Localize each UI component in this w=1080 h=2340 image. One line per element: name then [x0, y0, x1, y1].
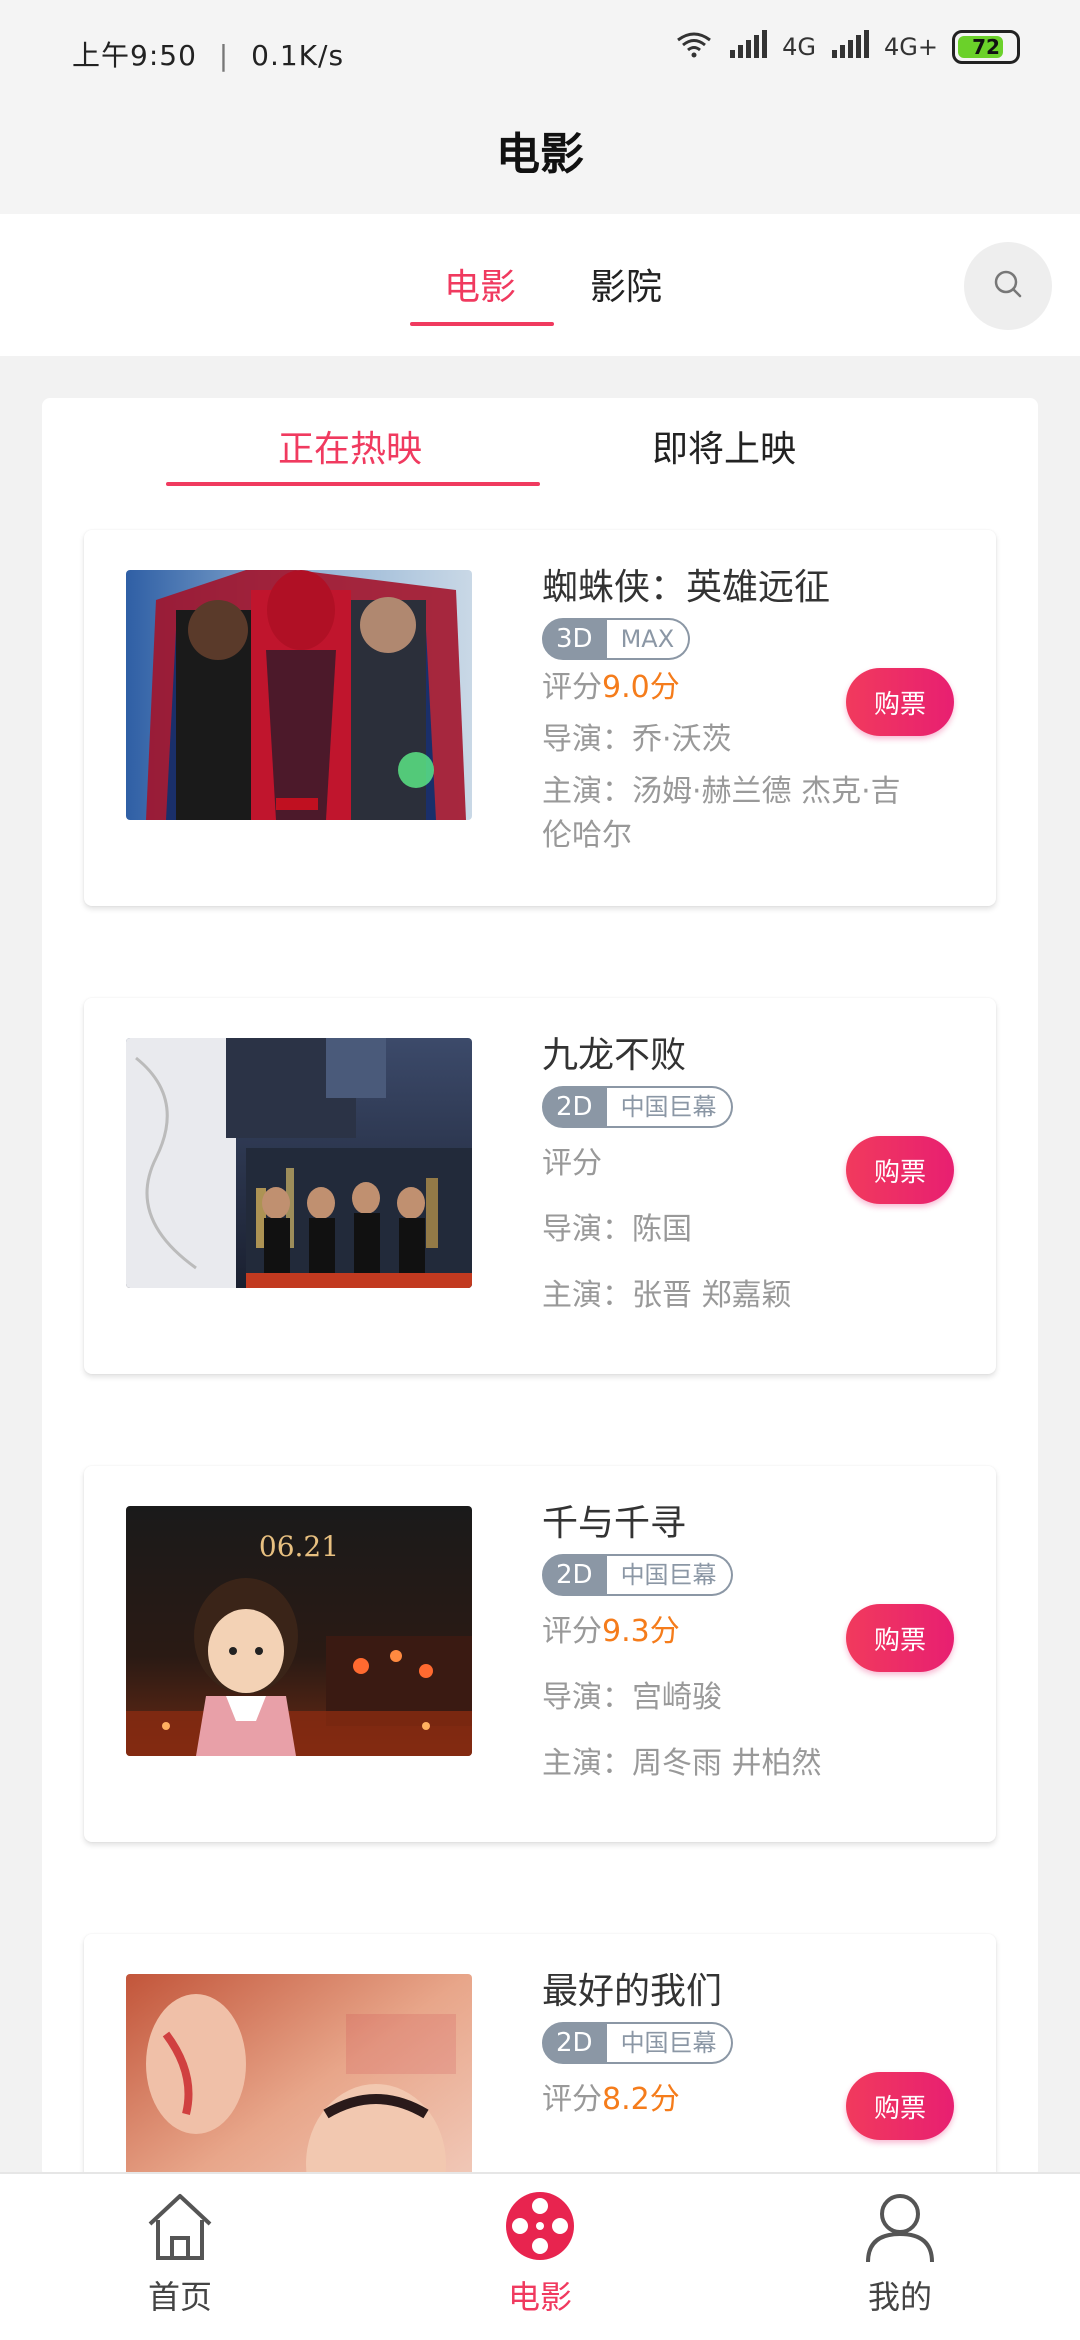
movie-cast: 主演：周冬雨 井柏然	[542, 1746, 822, 1781]
movie-title: 蜘蛛侠：英雄远征	[542, 567, 831, 608]
poster-date: 06.21	[259, 1530, 339, 1563]
tab-cinemas[interactable]: 影院	[590, 258, 662, 310]
movie-poster[interactable]: 06.21	[126, 1506, 472, 1756]
movie-cast: 主演：汤姆·赫兰德 杰克·吉伦哈尔	[542, 774, 901, 853]
buy-ticket-button[interactable]: 购票	[846, 1604, 954, 1672]
status-divider: |	[218, 39, 230, 72]
movie-title: 千与千寻	[542, 1503, 687, 1544]
user-icon	[862, 2194, 938, 2268]
signal-hd-icon	[830, 30, 870, 64]
movie-card[interactable]: 06.21 千与千寻 2D 中国巨幕 评分9.3分 导演：宫崎骏 主演：周冬雨 …	[84, 1466, 996, 1842]
app-title-bar: 电影	[0, 110, 1080, 214]
tab-active-indicator	[410, 322, 554, 326]
top-tabs: 电影 影院	[0, 214, 1080, 356]
tab-coming-soon[interactable]: 即将上映	[652, 420, 796, 472]
movie-card[interactable]: 蜘蛛侠：英雄远征 3D MAX 评分9.0分 导演：乔·沃茨 主演：汤姆·赫兰德…	[84, 530, 996, 906]
nav-movies[interactable]: 电影	[440, 2188, 640, 2318]
nav-movies-label: 电影	[507, 2278, 572, 2316]
movie-director: 导演：乔·沃茨	[542, 722, 732, 757]
nav-profile-label: 我的	[867, 2278, 932, 2316]
status-clock: 上午9:50	[72, 39, 197, 72]
score-label: 评分	[542, 1614, 602, 1649]
home-icon	[142, 2194, 218, 2268]
score-label: 评分	[542, 2082, 602, 2117]
status-icons: 4G 4G+ 72	[674, 30, 1020, 64]
movie-title: 最好的我们	[542, 1971, 723, 2012]
score-label: 评分	[542, 670, 602, 705]
score-label: 评分	[542, 1146, 602, 1181]
format-tag: 中国巨幕	[606, 1086, 733, 1128]
nav-home-label: 首页	[147, 2278, 212, 2316]
dimension-tag: 2D	[542, 1554, 607, 1596]
network-type-2: 4G+	[884, 33, 938, 61]
movie-tags: 2D 中国巨幕	[542, 2022, 902, 2064]
movie-tags: 3D MAX	[542, 618, 902, 660]
bottom-nav: 首页 电影 我的	[0, 2172, 1080, 2340]
nav-profile[interactable]: 我的	[800, 2188, 1000, 2318]
format-tag: MAX	[606, 618, 691, 660]
page-title: 电影	[496, 129, 584, 180]
network-type-1: 4G	[782, 33, 817, 61]
status-net-speed: 0.1K/s	[251, 39, 345, 72]
movie-list-panel: 正在热映 即将上映 蜘蛛侠：英雄远征 3D MAX 评分9.0分 导演：乔·沃茨…	[42, 398, 1038, 2310]
buy-ticket-button[interactable]: 购票	[846, 2072, 954, 2140]
film-reel-icon	[502, 2192, 578, 2268]
dimension-tag: 3D	[542, 618, 607, 660]
search-button[interactable]	[964, 242, 1052, 330]
status-bar: 上午9:50 | 0.1K/s 4G 4G+ 72	[0, 0, 1080, 110]
nav-home[interactable]: 首页	[80, 2188, 280, 2318]
score-value: 8.2分	[602, 2082, 680, 2117]
dimension-tag: 2D	[542, 1086, 607, 1128]
score-value: 9.0分	[602, 670, 680, 705]
movie-tags: 2D 中国巨幕	[542, 1086, 902, 1128]
movie-director: 导演：陈国	[542, 1212, 692, 1247]
movie-tags: 2D 中国巨幕	[542, 1554, 902, 1596]
format-tag: 中国巨幕	[606, 2022, 733, 2064]
format-tag: 中国巨幕	[606, 1554, 733, 1596]
movie-card[interactable]: 九龙不败 2D 中国巨幕 评分 导演：陈国 主演：张晋 郑嘉颖 购票	[84, 998, 996, 1374]
score-value: 9.3分	[602, 1614, 680, 1649]
movie-poster[interactable]	[126, 570, 472, 820]
movie-title: 九龙不败	[542, 1035, 687, 1076]
battery-icon: 72	[952, 30, 1020, 64]
status-time: 上午9:50 | 0.1K/s	[72, 34, 344, 74]
buy-ticket-button[interactable]: 购票	[846, 668, 954, 736]
signal-icon	[728, 30, 768, 64]
battery-percent: 72	[972, 35, 1000, 59]
wifi-icon	[674, 30, 714, 64]
subtab-active-indicator	[166, 482, 540, 486]
movie-poster[interactable]	[126, 1038, 472, 1288]
search-icon	[991, 267, 1025, 305]
movie-cast: 主演：张晋 郑嘉颖	[542, 1278, 792, 1313]
buy-ticket-button[interactable]: 购票	[846, 1136, 954, 1204]
movie-director: 导演：宫崎骏	[542, 1680, 722, 1715]
tab-now-showing[interactable]: 正在热映	[278, 420, 422, 472]
tab-movies[interactable]: 电影	[444, 258, 516, 310]
dimension-tag: 2D	[542, 2022, 607, 2064]
